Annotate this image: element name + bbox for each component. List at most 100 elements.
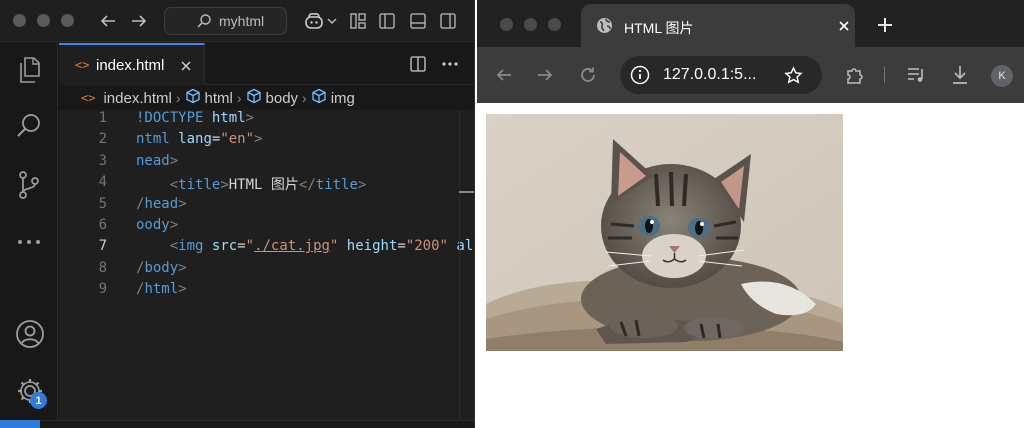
- back-arrow-icon[interactable]: [494, 65, 514, 85]
- media-control-icon[interactable]: [906, 65, 928, 85]
- source-control-icon[interactable]: [14, 169, 44, 201]
- code-line[interactable]: 9/html>: [59, 281, 474, 302]
- zoom-window-button[interactable]: [61, 14, 74, 27]
- code-token: !DOCTYPE: [136, 110, 204, 126]
- command-center-search[interactable]: myhtml: [164, 7, 287, 35]
- close-window-button[interactable]: [500, 18, 513, 31]
- code-token: >: [169, 152, 179, 169]
- code-text: <title>HTML 图片</title>: [136, 174, 367, 194]
- url-text: 127.0.0.1:5...: [663, 66, 757, 83]
- tab-index-html[interactable]: <> index.html: [59, 43, 205, 85]
- code-line[interactable]: 3 nead>: [59, 152, 474, 174]
- code-token: html: [211, 110, 246, 126]
- new-tab-icon[interactable]: [875, 15, 895, 35]
- code-token: ntml: [136, 131, 170, 148]
- code-token: title: [178, 177, 221, 194]
- code-text: /html>: [136, 281, 187, 297]
- line-number: 1: [98, 110, 107, 126]
- code-token: head: [144, 195, 179, 212]
- remote-indicator[interactable]: [0, 420, 40, 428]
- split-editor-icon[interactable]: [408, 54, 428, 74]
- breadcrumb-item-html[interactable]: html: [205, 90, 233, 107]
- code-text: nead>: [136, 153, 178, 169]
- customize-layout-icon[interactable]: [348, 11, 368, 31]
- code-brackets-icon: <>: [75, 58, 90, 72]
- minimize-window-button[interactable]: [524, 18, 537, 31]
- search-icon[interactable]: [14, 111, 44, 141]
- code-token: src: [211, 238, 238, 255]
- code-token: <: [169, 238, 179, 255]
- forward-arrow-icon[interactable]: [129, 11, 149, 31]
- browser-toolbar: 127.0.0.1:5... K: [477, 47, 1024, 103]
- profile-avatar[interactable]: K: [991, 65, 1013, 87]
- code-line[interactable]: 7 <img src="./cat.jpg" height="200" alt: [59, 238, 474, 259]
- breadcrumb-item-body[interactable]: body: [266, 90, 299, 107]
- line-number: 6: [98, 217, 107, 233]
- vscode-title-bar: myhtml: [0, 0, 474, 42]
- code-token: img: [178, 238, 204, 255]
- code-brackets-icon: <>: [81, 91, 96, 105]
- extensions-icon[interactable]: [843, 64, 865, 86]
- more-actions-icon[interactable]: [439, 54, 461, 74]
- more-icon[interactable]: [14, 227, 44, 257]
- browser-tab[interactable]: HTML 图片: [581, 4, 855, 47]
- code-line[interactable]: 5/head>: [59, 195, 474, 217]
- code-token: nead: [136, 152, 170, 169]
- code-line[interactable]: 8/body>: [59, 260, 474, 281]
- code-token: >: [178, 195, 187, 212]
- code-line[interactable]: 4 <title>HTML 图片</title>: [59, 174, 474, 195]
- editor-tab-bar: <> index.html: [59, 43, 474, 85]
- account-icon[interactable]: [14, 318, 46, 350]
- site-info-icon[interactable]: [630, 65, 650, 85]
- back-arrow-icon[interactable]: [98, 11, 118, 31]
- forward-arrow-icon[interactable]: [535, 65, 555, 85]
- line-number: 4: [98, 174, 107, 191]
- activity-bar: [0, 43, 58, 428]
- zoom-window-button[interactable]: [548, 18, 561, 31]
- code-line[interactable]: 6 oody>: [59, 217, 474, 238]
- chevron-right-icon: ›: [175, 90, 181, 106]
- code-line[interactable]: 2 ntml lang="en">: [59, 131, 474, 152]
- tab-label: index.html: [96, 57, 165, 74]
- search-icon: [195, 12, 213, 30]
- minimize-window-button[interactable]: [37, 14, 50, 27]
- code-token: >: [220, 177, 229, 194]
- code-token: lang: [178, 131, 212, 148]
- line-number: 3: [98, 152, 107, 169]
- code-editor[interactable]: 1 !DOCTYPE html> 2 ntml lang="en"> 3 nead> 4 <…: [59, 110, 474, 428]
- toggle-primary-sidebar-icon[interactable]: [377, 11, 397, 31]
- toolbar-divider: [884, 67, 885, 83]
- code-text: ntml lang="en">: [136, 131, 262, 147]
- chevron-right-icon: ›: [236, 90, 242, 106]
- toggle-secondary-sidebar-icon[interactable]: [438, 11, 458, 31]
- cube-icon: [185, 88, 201, 108]
- code-text: /body>: [136, 260, 187, 276]
- close-icon[interactable]: [178, 58, 194, 74]
- code-token: =: [237, 238, 246, 255]
- breadcrumb-item-file[interactable]: index.html: [103, 90, 171, 107]
- code-text: !DOCTYPE html>: [136, 110, 254, 126]
- code-token: >: [178, 281, 187, 298]
- command-center-label: myhtml: [219, 13, 265, 29]
- code-text: oody>: [136, 217, 178, 233]
- bookmark-star-icon[interactable]: [783, 65, 803, 85]
- copilot-icon[interactable]: [303, 10, 325, 32]
- reload-icon[interactable]: [578, 65, 598, 85]
- explorer-icon[interactable]: [14, 55, 44, 85]
- chevron-down-icon[interactable]: [326, 13, 338, 29]
- download-icon[interactable]: [949, 64, 971, 86]
- code-token: height: [346, 238, 398, 255]
- breadcrumb-item-img[interactable]: img: [331, 90, 355, 107]
- close-icon[interactable]: [836, 18, 852, 34]
- scrollbar-thumb[interactable]: [459, 191, 474, 193]
- close-window-button[interactable]: [13, 14, 26, 27]
- line-number: 9: [98, 281, 107, 298]
- code-token: >: [254, 131, 263, 148]
- toggle-panel-icon[interactable]: [408, 11, 428, 31]
- code-line[interactable]: 1 !DOCTYPE html>: [59, 110, 474, 131]
- address-bar[interactable]: 127.0.0.1:5...: [620, 56, 822, 94]
